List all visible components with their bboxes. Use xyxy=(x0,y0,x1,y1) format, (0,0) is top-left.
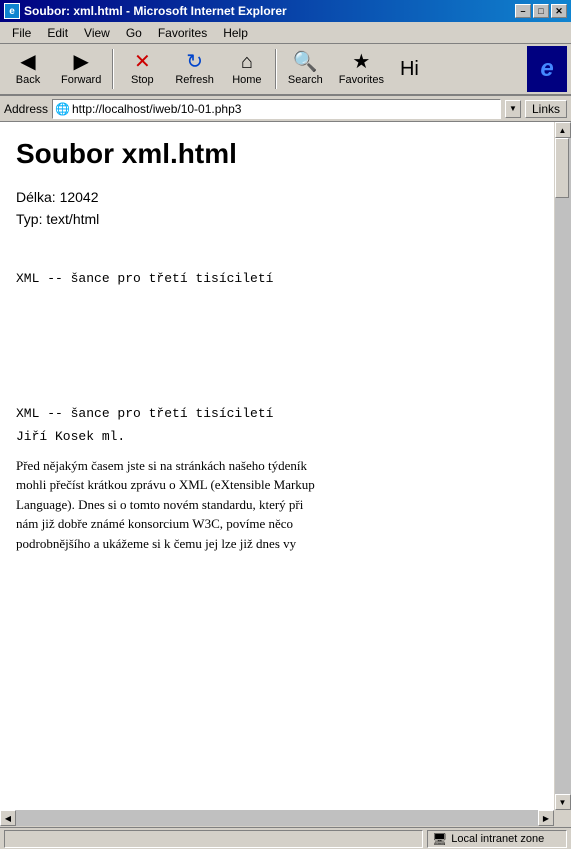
forward-button[interactable]: ▶ Forward xyxy=(54,46,108,92)
search-label: Search xyxy=(288,74,323,86)
menu-view[interactable]: View xyxy=(76,24,118,42)
ie-logo: e xyxy=(527,46,567,92)
home-icon: ⌂ xyxy=(241,52,253,72)
refresh-label: Refresh xyxy=(175,74,214,86)
typ-label: Typ: xyxy=(16,211,42,227)
xml-line-2: XML -- šance pro třetí tisíciletí xyxy=(16,406,538,421)
menu-edit[interactable]: Edit xyxy=(39,24,76,42)
search-icon: 🔍 xyxy=(293,52,318,72)
back-icon: ◀ xyxy=(20,52,35,72)
delka-label: Délka: xyxy=(16,189,56,205)
stop-button[interactable]: ✕ Stop xyxy=(118,46,166,92)
address-input-wrap: 🌐 xyxy=(52,99,501,119)
app-icon: e xyxy=(4,3,20,19)
home-button[interactable]: ⌂ Home xyxy=(223,46,271,92)
toolbar-separator-1 xyxy=(112,49,114,89)
status-main xyxy=(4,830,423,848)
xml-line-1-block: XML -- šance pro třetí tisíciletí XML --… xyxy=(16,271,538,554)
horizontal-scrollbar-area: ◀ ▶ xyxy=(0,810,571,827)
stop-icon: ✕ xyxy=(134,52,151,72)
page-icon: 🌐 xyxy=(55,102,70,116)
menu-favorites[interactable]: Favorites xyxy=(150,24,215,42)
refresh-icon: ↻ xyxy=(186,52,203,72)
search-button[interactable]: 🔍 Search xyxy=(281,46,330,92)
scroll-right-button[interactable]: ▶ xyxy=(538,810,554,826)
history-icon: Hi xyxy=(400,59,419,79)
window-title: Soubor: xml.html - Microsoft Internet Ex… xyxy=(24,4,287,18)
author-line: Jiří Kosek ml. xyxy=(16,429,538,444)
address-bar: Address 🌐 ▼ Links xyxy=(0,96,571,122)
content-wrapper: Soubor xml.html Délka: 12042 Typ: text/h… xyxy=(0,122,571,810)
title-bar: e Soubor: xml.html - Microsoft Internet … xyxy=(0,0,571,22)
back-button[interactable]: ◀ Back xyxy=(4,46,52,92)
scroll-up-button[interactable]: ▲ xyxy=(555,122,571,138)
zone-label: Local intranet zone xyxy=(451,833,544,845)
h-scroll-track[interactable] xyxy=(16,810,538,826)
vertical-scrollbar: ▲ ▼ xyxy=(554,122,571,810)
close-button[interactable]: ✕ xyxy=(551,4,567,18)
toolbar-separator-2 xyxy=(275,49,277,89)
forward-label: Forward xyxy=(61,74,101,86)
delka-line: Délka: 12042 xyxy=(16,186,538,208)
favorites-button[interactable]: ★ Favorites xyxy=(332,46,391,92)
scroll-track[interactable] xyxy=(555,138,571,794)
favorites-label: Favorites xyxy=(339,74,384,86)
typ-value: text/html xyxy=(46,211,99,227)
back-label: Back xyxy=(16,74,40,86)
minimize-button[interactable]: – xyxy=(515,4,531,18)
status-bar: 🖥 Local intranet zone xyxy=(0,827,571,849)
menu-file[interactable]: File xyxy=(4,24,39,42)
body-text: Před nějakým časem jste si na stránkách … xyxy=(16,456,538,554)
status-zone: 🖥 Local intranet zone xyxy=(427,830,567,848)
menu-help[interactable]: Help xyxy=(215,24,256,42)
maximize-button[interactable]: □ xyxy=(533,4,549,18)
address-label: Address xyxy=(4,102,48,116)
scroll-down-button[interactable]: ▼ xyxy=(555,794,571,810)
zone-icon: 🖥 xyxy=(432,832,447,846)
refresh-button[interactable]: ↻ Refresh xyxy=(168,46,221,92)
typ-line: Typ: text/html xyxy=(16,208,538,230)
scrollbar-corner xyxy=(554,810,571,827)
links-button[interactable]: Links xyxy=(525,100,567,118)
scroll-thumb[interactable] xyxy=(555,138,569,198)
address-input[interactable] xyxy=(72,102,498,116)
forward-icon: ▶ xyxy=(73,52,88,72)
stop-label: Stop xyxy=(131,74,154,86)
home-label: Home xyxy=(232,74,261,86)
history-button[interactable]: Hi xyxy=(393,46,426,92)
content-area: Soubor xml.html Délka: 12042 Typ: text/h… xyxy=(0,122,554,810)
favorites-icon: ★ xyxy=(352,52,370,72)
menu-bar: File Edit View Go Favorites Help xyxy=(0,22,571,44)
address-dropdown-button[interactable]: ▼ xyxy=(505,100,521,118)
delka-value: 12042 xyxy=(60,189,99,205)
scroll-left-button[interactable]: ◀ xyxy=(0,810,16,826)
toolbar: ◀ Back ▶ Forward ✕ Stop ↻ Refresh ⌂ Home… xyxy=(0,44,571,96)
body-paragraph: Před nějakým časem jste si na stránkách … xyxy=(16,458,315,551)
page-title: Soubor xml.html xyxy=(16,138,538,170)
xml-line-1: XML -- šance pro třetí tisíciletí xyxy=(16,271,538,286)
menu-go[interactable]: Go xyxy=(118,24,150,42)
